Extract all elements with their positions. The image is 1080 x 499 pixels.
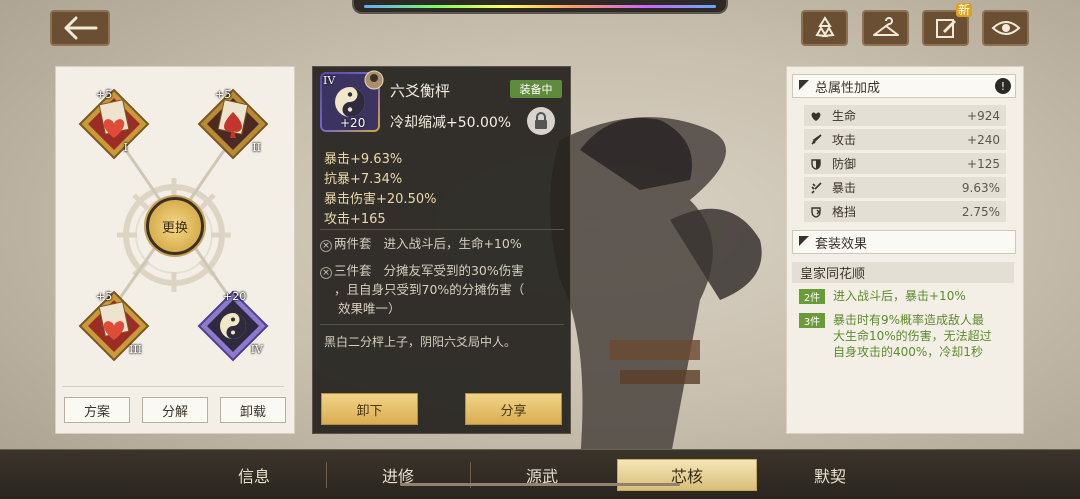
flavor-text: 黑白二分枰上子，阴阳六爻局中人。 bbox=[324, 335, 517, 349]
set-bonus-text: 大生命10%的伤害，无法超过 bbox=[833, 329, 992, 343]
set-name: 皇家同花顺 bbox=[792, 262, 1014, 283]
slot-level: +5 bbox=[215, 88, 232, 101]
crit-icon bbox=[811, 181, 822, 194]
nav-divider bbox=[326, 462, 327, 488]
share-button[interactable]: 分享 bbox=[465, 393, 562, 425]
core-slot-1[interactable]: +5 I bbox=[78, 88, 150, 160]
stat-name: 防御 bbox=[832, 157, 857, 171]
nav-scroll-indicator bbox=[400, 483, 680, 486]
back-button[interactable] bbox=[50, 10, 110, 46]
wardrobe-button[interactable] bbox=[862, 10, 909, 46]
sub-stat: 攻击+165 bbox=[324, 212, 386, 227]
set-effect-3: × 三件套 分摊友军受到的30%伤害 ，且自身只受到70%的分摊伤害（ 效果唯一） bbox=[320, 261, 524, 318]
total-stats-header: 总属性加成 ! bbox=[792, 74, 1016, 98]
sub-stat: 抗暴+7.34% bbox=[324, 172, 403, 187]
section-triangle-icon bbox=[799, 236, 809, 246]
unequip-all-button[interactable]: 卸载 bbox=[220, 397, 286, 423]
section-triangle-icon bbox=[799, 80, 809, 90]
core-slot-4[interactable]: +20 IV bbox=[197, 290, 269, 362]
item-name: 六爻衡枰 bbox=[390, 82, 451, 100]
set-effects-header: 套装效果 bbox=[792, 230, 1016, 254]
tab-weapon[interactable]: 源武 bbox=[472, 459, 612, 491]
plan-button[interactable]: 方案 bbox=[64, 397, 130, 423]
tab-training[interactable]: 进修 bbox=[328, 459, 468, 491]
stat-row-crit: 暴击 9.63% bbox=[804, 177, 1006, 198]
stat-name: 攻击 bbox=[832, 133, 857, 147]
item-level: +20 bbox=[340, 116, 366, 130]
replace-core-button[interactable]: 更换 bbox=[146, 197, 204, 255]
tab-info[interactable]: 信息 bbox=[184, 459, 324, 491]
stat-value: +924 bbox=[967, 108, 1000, 123]
block-icon bbox=[811, 206, 821, 218]
hanger-icon bbox=[872, 17, 899, 36]
recycle-icon bbox=[814, 16, 835, 38]
stat-value: 2.75% bbox=[961, 204, 1000, 219]
stat-name: 暴击 bbox=[832, 181, 857, 195]
set-bonus-text: 进入战斗后，暴击+10% bbox=[833, 289, 966, 303]
slot-roman: IV bbox=[250, 343, 263, 356]
inactive-icon: × bbox=[320, 240, 332, 252]
slot-roman: II bbox=[252, 141, 261, 154]
unequip-button[interactable]: 卸下 bbox=[321, 393, 418, 425]
stat-row-defense: 防御 +125 bbox=[804, 153, 1006, 174]
heart-card-icon bbox=[78, 88, 150, 160]
slot-level: +5 bbox=[96, 290, 113, 303]
slot-level: +5 bbox=[96, 88, 113, 101]
tab-core[interactable]: 芯核 bbox=[617, 459, 757, 491]
set-bonus-text: 自身攻击的400%，冷却1秒 bbox=[833, 345, 983, 359]
set-text: ，且自身只受到70%的分摊伤害（ bbox=[334, 282, 525, 297]
sword-icon bbox=[811, 133, 822, 145]
stat-value: +125 bbox=[967, 156, 1000, 171]
item-slot-roman: IV bbox=[323, 74, 336, 87]
set-text: 进入战斗后，生命+10% bbox=[383, 236, 522, 251]
decompose-button[interactable]: 分解 bbox=[142, 397, 208, 423]
stat-value: +240 bbox=[967, 132, 1000, 147]
equipped-badge: 装备中 bbox=[510, 80, 562, 98]
stat-name: 生命 bbox=[832, 109, 857, 123]
core-slot-3[interactable]: +5 III bbox=[78, 290, 150, 362]
set-tier: 三件套 bbox=[334, 263, 372, 278]
popup-divider bbox=[320, 229, 564, 230]
set-text: 分摊友军受到的30%伤害 bbox=[383, 263, 524, 278]
slot-roman: III bbox=[128, 343, 142, 356]
arrow-left-icon bbox=[64, 16, 98, 40]
set-text: 效果唯一） bbox=[338, 301, 401, 316]
slot-level: +20 bbox=[223, 290, 247, 303]
popup-divider bbox=[320, 324, 564, 325]
set-effects-title: 套装效果 bbox=[815, 236, 868, 252]
character-avatar bbox=[364, 70, 384, 90]
stat-name: 格挡 bbox=[832, 205, 857, 219]
heart-icon bbox=[811, 111, 821, 121]
tab-bond[interactable]: 默契 bbox=[760, 459, 900, 491]
recycle-button[interactable] bbox=[801, 10, 848, 46]
eye-icon bbox=[991, 21, 1020, 35]
new-badge: 新 bbox=[956, 3, 973, 17]
set-bonus-text: 暴击时有9%概率造成敌人最 bbox=[833, 313, 985, 327]
set-effect-2: × 两件套 进入战斗后，生命+10% bbox=[320, 234, 522, 253]
inactive-icon: × bbox=[320, 267, 332, 279]
stat-row-attack: 攻击 +240 bbox=[804, 129, 1006, 150]
slot-roman: I bbox=[123, 141, 128, 154]
set-tier: 两件套 bbox=[334, 236, 372, 251]
core-slot-2[interactable]: +5 II bbox=[197, 88, 269, 160]
lock-toggle[interactable] bbox=[527, 107, 555, 135]
view-button[interactable] bbox=[982, 10, 1029, 46]
stat-value: 9.63% bbox=[961, 180, 1000, 195]
total-stats-title: 总属性加成 bbox=[815, 80, 881, 96]
shield-icon bbox=[811, 158, 821, 170]
lock-icon bbox=[535, 112, 547, 129]
stat-row-hp: 生命 +924 bbox=[804, 105, 1006, 126]
sub-stat: 暴击+9.63% bbox=[324, 152, 403, 167]
top-decor-bar bbox=[352, 0, 728, 14]
set-piece-badge: 3件 bbox=[799, 313, 825, 328]
set-piece-badge: 2件 bbox=[799, 289, 825, 304]
info-icon[interactable]: ! bbox=[995, 78, 1011, 94]
main-stat: 冷却缩减+50.00% bbox=[390, 115, 512, 131]
stat-row-block: 格挡 2.75% bbox=[804, 201, 1006, 222]
sub-stat: 暴击伤害+20.50% bbox=[324, 192, 437, 207]
left-panel-divider bbox=[62, 386, 284, 387]
edit-note-icon bbox=[935, 19, 956, 38]
